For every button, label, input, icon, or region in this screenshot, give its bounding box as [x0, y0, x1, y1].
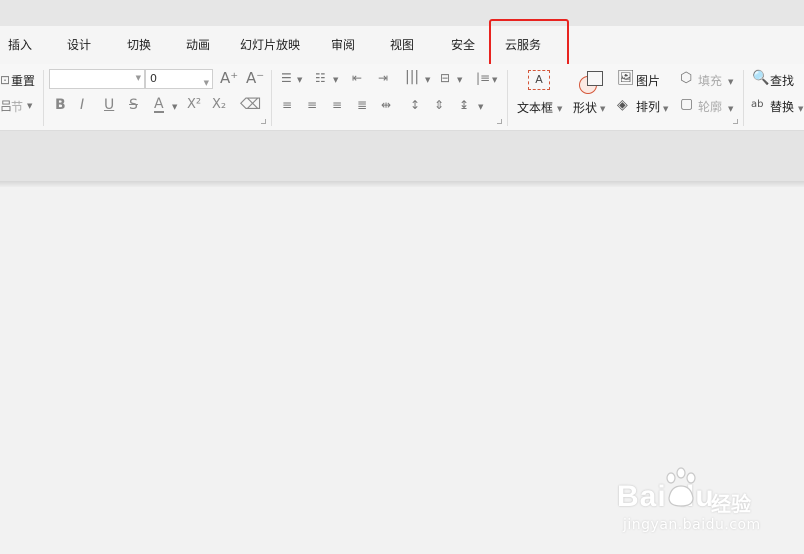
line-spacing-options-icon[interactable]: ↨ — [459, 97, 469, 113]
shape-square-icon — [587, 71, 603, 86]
chevron-down-icon: ▼ — [425, 76, 431, 84]
chevron-down-icon: ▼ — [663, 105, 669, 113]
fill-bucket-icon: ⬡ — [680, 70, 693, 86]
chevron-down-icon: ▼ — [478, 103, 484, 111]
outline-button[interactable]: 轮廓 — [698, 98, 722, 115]
section-button[interactable]: 节 — [11, 98, 23, 115]
font-color-dropdown-icon: ▼ — [172, 103, 178, 111]
chevron-down-icon: ▼ — [557, 105, 563, 113]
underline-icon[interactable]: U — [104, 97, 114, 113]
tab-animation[interactable]: 动画 — [186, 36, 210, 53]
ribbon-separator — [743, 70, 744, 126]
font-dialog-launcher-icon[interactable] — [261, 119, 266, 124]
font-color-icon[interactable]: A — [154, 97, 164, 113]
justify-icon[interactable]: ≣ — [357, 97, 367, 113]
bold-icon[interactable]: B — [55, 97, 66, 113]
baidu-paw-icon — [666, 467, 696, 507]
font-size-select[interactable]: 0 ▼ — [145, 69, 213, 89]
numbered-list-icon[interactable]: ☷ — [315, 70, 326, 86]
search-icon: 🔍 — [752, 70, 770, 86]
chevron-down-icon: ▼ — [728, 105, 734, 113]
tab-design[interactable]: 设计 — [67, 36, 91, 53]
bullet-list-icon[interactable]: ☰ — [281, 70, 292, 86]
find-button[interactable]: 查找 — [770, 72, 794, 89]
superscript-icon[interactable]: X² — [187, 97, 201, 113]
reset-button[interactable]: 重置 — [11, 72, 35, 89]
textbox-button[interactable]: 文本框 — [517, 99, 553, 116]
tab-review[interactable]: 审阅 — [331, 36, 355, 53]
subscript-icon[interactable]: X₂ — [212, 97, 226, 113]
arrange-button[interactable]: 排列 — [636, 98, 660, 115]
paragraph-spacing-icon[interactable]: ⇕ — [434, 97, 444, 113]
outline-icon: ▢ — [680, 96, 694, 112]
tab-transition[interactable]: 切换 — [127, 36, 151, 53]
distribute-icon[interactable]: ⇹ — [381, 97, 391, 113]
clear-format-icon[interactable]: ⌫ — [240, 96, 261, 112]
decrease-indent-icon[interactable]: ⇤ — [352, 70, 362, 86]
ribbon-separator — [507, 70, 508, 126]
section-dropdown-icon: ▼ — [27, 102, 33, 110]
watermark-url: jingyan.baidu.com — [623, 517, 761, 533]
chevron-down-icon: ▼ — [798, 105, 804, 113]
textbox-icon: A — [528, 70, 550, 90]
chevron-down-icon: ▼ — [333, 76, 339, 84]
grow-font-icon[interactable]: A⁺ — [220, 70, 238, 86]
tab-security[interactable]: 安全 — [451, 36, 475, 53]
ribbon-separator — [43, 70, 44, 126]
reset-icon: ⊡ — [0, 73, 11, 87]
picture-icon: 🖼 — [617, 70, 635, 86]
align-right-icon[interactable]: ≡ — [332, 97, 342, 113]
shrink-font-icon[interactable]: A⁻ — [246, 70, 264, 86]
fill-button[interactable]: 填充 — [698, 72, 722, 89]
chevron-down-icon: ▼ — [297, 76, 303, 84]
chevron-down-icon: ▼ — [135, 74, 141, 82]
align-text-icon[interactable]: ⊟ — [440, 70, 450, 86]
chevron-down-icon: ▼ — [492, 76, 498, 84]
ribbon-separator — [271, 70, 272, 126]
align-center-icon[interactable]: ≡ — [307, 97, 317, 113]
chevron-down-icon: ▼ — [203, 79, 209, 87]
window-top-strip — [0, 0, 804, 26]
arrange-layers-icon: ◈ — [617, 97, 628, 113]
line-spacing-icon[interactable]: ↕ — [410, 97, 420, 113]
drawing-dialog-launcher-icon[interactable] — [733, 119, 738, 124]
strikethrough-icon[interactable]: S — [129, 97, 138, 113]
align-left-icon[interactable]: ≡ — [282, 97, 292, 113]
shape-button[interactable]: 形状 — [573, 99, 597, 116]
tab-insert[interactable]: 插入 — [8, 36, 32, 53]
increase-indent-icon[interactable]: ⇥ — [378, 70, 388, 86]
baidu-jingyan-watermark: Bai du 经验 jingyan.baidu.com — [617, 466, 767, 541]
paragraph-dialog-launcher-icon[interactable] — [497, 119, 502, 124]
replace-icon: ab — [751, 99, 764, 110]
italic-icon[interactable]: I — [80, 97, 84, 113]
chevron-down-icon: ▼ — [457, 76, 463, 84]
chevron-down-icon: ▼ — [728, 78, 734, 86]
thumbnail-band — [0, 131, 804, 185]
tab-view[interactable]: 视图 — [390, 36, 414, 53]
tab-slideshow[interactable]: 幻灯片放映 — [240, 36, 300, 53]
font-name-select[interactable]: ▼ — [49, 69, 145, 89]
chevron-down-icon: ▼ — [600, 105, 606, 113]
text-direction-icon[interactable]: ||| — [405, 69, 419, 85]
smartart-icon[interactable]: |≡ — [476, 70, 490, 86]
picture-button[interactable]: 图片 — [636, 72, 660, 89]
font-size-value: 0 — [150, 72, 157, 85]
watermark-jingyan: 经验 — [711, 492, 751, 516]
replace-button[interactable]: 替换 — [770, 98, 794, 115]
